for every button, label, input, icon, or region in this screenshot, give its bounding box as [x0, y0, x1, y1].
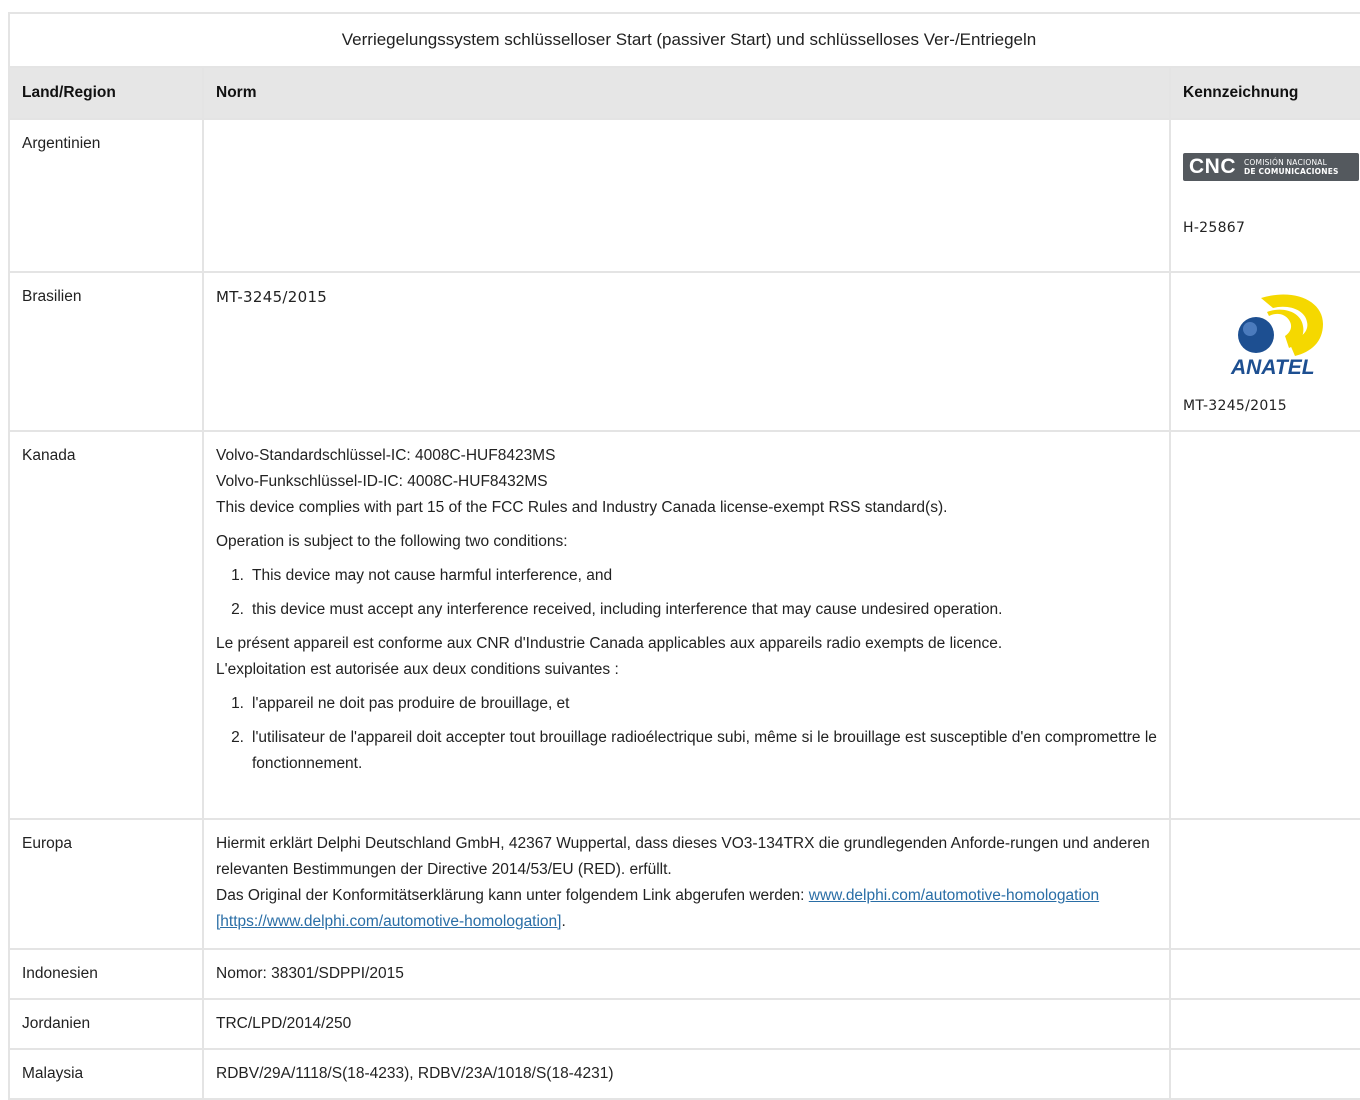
table-row-canada: Kanada Volvo-Standardschlüssel-IC: 4008C… — [8, 430, 1360, 820]
canada-fr-conditions-intro: L'exploitation est autorisée aux deux co… — [216, 661, 619, 678]
norm-cell: RDBV/29A/1118/S(18-4233), RDBV/23A/1018/… — [202, 1048, 1171, 1100]
cnc-logo-subtitle: COMISIÓN NACIONAL DE COMUNICACIONES — [1244, 158, 1339, 176]
table-row-argentina: Argentinien CNC COMISIÓN NACIONAL DE COM… — [8, 118, 1360, 273]
canada-ic-standard: Volvo-Standardschlüssel-IC: 4008C-HUF842… — [216, 447, 556, 464]
norm-cell: MT-3245/2015 — [202, 271, 1171, 432]
country-cell: Indonesien — [8, 948, 204, 1000]
country-cell: Malaysia — [8, 1048, 204, 1100]
cnc-logo-sub-2: DE COMUNICACIONES — [1244, 167, 1339, 176]
list-item: 2. this device must accept any interferen… — [231, 601, 1003, 618]
table-row-indonesia: Indonesien Nomor: 38301/SDPPI/2015 — [8, 948, 1360, 1000]
cnc-logo-mark: CNC — [1189, 155, 1236, 178]
header-mark: Kennzeichnung — [1169, 66, 1360, 120]
country-cell: Kanada — [8, 430, 204, 820]
table-caption: Verriegelungssystem schlüsselloser Start… — [8, 12, 1360, 68]
country-cell: Brasilien — [8, 271, 204, 432]
mark-cell — [1169, 1048, 1360, 1100]
header-country: Land/Region — [8, 66, 204, 120]
table-row-brazil: Brasilien MT-3245/2015 ANATEL MT-3245/20… — [8, 271, 1360, 432]
norm-cell: Nomor: 38301/SDPPI/2015 — [202, 948, 1171, 1000]
country-cell: Europa — [8, 818, 204, 950]
mark-cell: CNC COMISIÓN NACIONAL DE COMUNICACIONES … — [1169, 118, 1360, 273]
country-cell: Jordanien — [8, 998, 204, 1050]
europe-link-paragraph: Das Original der Konformitätserklärung k… — [216, 887, 1100, 930]
anatel-globe — [1238, 317, 1274, 353]
mark-cell — [1169, 818, 1360, 950]
europe-declaration: Hiermit erklärt Delphi Deutschland GmbH,… — [216, 835, 1150, 878]
canada-ic-remote: Volvo-Funkschlüssel-ID-IC: 4008C-HUF8432… — [216, 473, 548, 490]
list-item: 1. This device may not cause harmful inte… — [231, 567, 613, 584]
compliance-table: Verriegelungssystem schlüsselloser Start… — [8, 12, 1360, 1100]
mark-cell — [1169, 948, 1360, 1000]
norm-cell: Volvo-Standardschlüssel-IC: 4008C-HUF842… — [202, 430, 1171, 820]
anatel-wordmark: ANATEL — [1230, 356, 1315, 379]
anatel-logo: ANATEL — [1230, 294, 1323, 379]
mark-number: H-25867 — [1183, 220, 1246, 236]
canada-conditions-intro: Operation is subject to the following tw… — [216, 533, 568, 550]
table-row-malaysia: Malaysia RDBV/29A/1118/S(18-4233), RDBV/… — [8, 1048, 1360, 1100]
table-row-europe: Europa Hiermit erklärt Delphi Deutschlan… — [8, 818, 1360, 950]
table-row-jordan: Jordanien TRC/LPD/2014/250 — [8, 998, 1360, 1050]
canada-conditions-list: 1. This device may not cause harmful inte… — [216, 563, 1157, 623]
mark-cell — [1169, 998, 1360, 1050]
header-norm: Norm — [202, 66, 1171, 120]
canada-fr-statement: Le présent appareil est conforme aux CNR… — [216, 635, 1003, 652]
cnc-logo: CNC COMISIÓN NACIONAL DE COMUNICACIONES — [1183, 153, 1359, 181]
norm-cell: TRC/LPD/2014/250 — [202, 998, 1171, 1050]
norm-cell — [202, 118, 1171, 273]
canada-fr-conditions-list: 1. l'appareil ne doit pas produire de bro… — [216, 691, 1157, 777]
mark-cell: ANATEL MT-3245/2015 — [1169, 271, 1360, 432]
list-item: 1. l'appareil ne doit pas produire de bro… — [231, 695, 570, 712]
country-cell: Argentinien — [8, 118, 204, 273]
list-item: 2. l'utilisateur de l'appareil doit accep… — [231, 729, 1157, 772]
mark-number: MT-3245/2015 — [1183, 398, 1287, 414]
mark-cell — [1169, 430, 1360, 820]
table-header-row: Land/Region Norm Kennzeichnung — [8, 66, 1360, 120]
cnc-logo-sub-1: COMISIÓN NACIONAL — [1244, 158, 1327, 167]
canada-fcc-statement: This device complies with part 15 of the… — [216, 499, 948, 516]
norm-cell: Hiermit erklärt Delphi Deutschland GmbH,… — [202, 818, 1171, 950]
